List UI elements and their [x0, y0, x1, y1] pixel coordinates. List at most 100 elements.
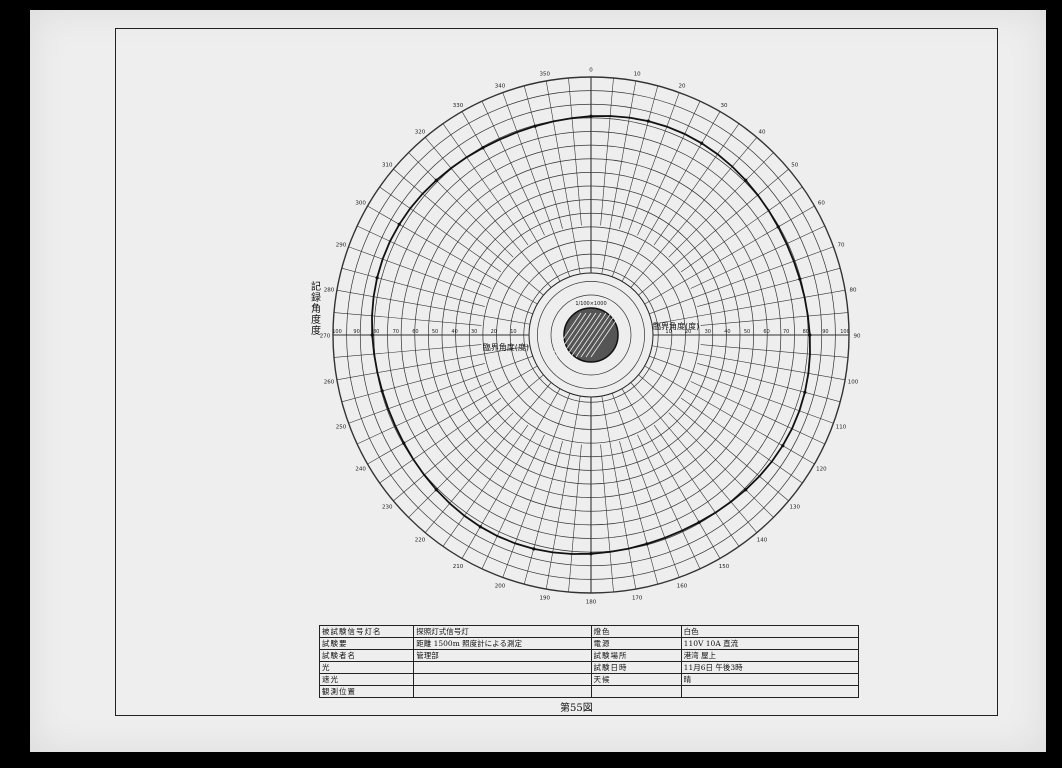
info-cell-k2: 試験日時	[590, 661, 682, 674]
angle-tick-label: 70	[837, 243, 844, 249]
radial-tick-label: 70	[783, 329, 789, 335]
grid-spoke	[653, 424, 740, 547]
grid-spoke	[523, 441, 563, 585]
angle-tick-label: 150	[719, 564, 730, 570]
data-point	[397, 222, 401, 226]
info-cell-v1	[413, 673, 592, 686]
grid-spoke	[408, 412, 514, 518]
angle-tick-label: 350	[540, 72, 551, 78]
info-cell-k2: 電源	[590, 637, 682, 650]
angle-tick-label: 90	[854, 334, 861, 340]
angle-tick-label: 40	[758, 130, 765, 136]
radial-tick-label: 50	[744, 329, 750, 335]
grid-spoke	[668, 412, 774, 518]
angle-tick-label: 0	[589, 68, 593, 74]
grid-spoke	[619, 441, 659, 585]
radial-tick-label: 30	[471, 329, 477, 335]
grid-spoke	[697, 363, 841, 403]
info-cell-k2: 試験場所	[590, 649, 682, 662]
angle-tick-label: 130	[790, 504, 801, 510]
radial-tick-label: 60	[763, 329, 769, 335]
angle-tick-label: 290	[336, 243, 347, 249]
data-point	[375, 276, 379, 280]
angle-tick-label: 300	[355, 201, 366, 207]
info-cell-v2: 白色	[680, 625, 860, 638]
center-label: 1/100×1000	[575, 301, 606, 307]
grid-spoke	[600, 444, 614, 593]
data-point	[532, 547, 536, 551]
radial-tick-label: 20	[491, 329, 497, 335]
info-table: 被試験信号灯名 探照灯式信号灯 燈色 白色 試験要 距離 1500m 照度計による測定 電源…	[318, 625, 860, 698]
data-point	[589, 114, 593, 118]
info-cell-v2: 11月6日 午後3時	[680, 661, 860, 674]
data-point	[798, 277, 802, 281]
grid-spoke	[379, 397, 502, 484]
info-cell-v1: 管理部	[413, 649, 592, 662]
angle-tick-label: 100	[848, 380, 859, 386]
angle-tick-label: 260	[324, 380, 335, 386]
grid-spoke	[523, 85, 563, 229]
figure-caption: 第55図	[560, 703, 593, 714]
grid-spoke	[333, 312, 482, 326]
grid-spoke	[442, 424, 529, 547]
grid-spoke	[700, 344, 849, 358]
info-cell-k2: 天候	[590, 673, 682, 686]
data-point	[697, 520, 701, 524]
grid-spoke	[697, 267, 841, 307]
polar-grid	[332, 76, 850, 594]
radial-tick-label: 90	[822, 329, 828, 335]
radial-tick-label: 50	[432, 329, 438, 335]
info-cell-k1: 被試験信号灯名	[318, 625, 415, 638]
angle-tick-label: 60	[818, 201, 825, 207]
info-cell-v1: 距離 1500m 照度計による測定	[413, 637, 592, 650]
radial-tick-label: 10	[510, 329, 516, 335]
grid-spoke	[341, 363, 485, 403]
info-cell-k2	[590, 685, 682, 698]
annotation-left: 臨界角度(度)	[483, 342, 529, 352]
grid-spoke	[568, 77, 582, 226]
info-cell-k1: 光	[318, 661, 415, 674]
info-cell-k1: 遮光	[318, 673, 415, 686]
data-point	[478, 525, 482, 529]
info-row: 被試験信号灯名 探照灯式信号灯 燈色 白色	[318, 625, 860, 638]
angle-tick-label: 30	[721, 103, 728, 109]
angle-tick-label: 80	[849, 287, 856, 293]
radial-tick-label: 90	[353, 329, 359, 335]
grid-spoke	[379, 186, 502, 273]
data-point	[776, 225, 780, 229]
info-row: 光 試験日時 11月6日 午後3時	[318, 661, 860, 674]
angle-tick-label: 240	[355, 467, 366, 473]
grid-spoke	[680, 397, 803, 484]
data-point	[434, 488, 438, 492]
info-cell-v1	[413, 661, 592, 674]
angle-tick-label: 320	[415, 130, 426, 136]
radial-tick-label: 80	[803, 329, 809, 335]
data-point	[645, 542, 649, 546]
info-row: 試験者名 管理部 試験場所 港湾 屋上	[318, 649, 860, 662]
data-point	[744, 178, 748, 182]
info-cell-v2	[680, 685, 860, 698]
radial-tick-label: 100	[840, 329, 850, 335]
data-point	[434, 178, 438, 182]
data-point	[744, 488, 748, 492]
annotation-right: 臨界角度(度)	[653, 321, 699, 331]
grid-spoke	[600, 77, 614, 226]
radial-tick-label: 100	[332, 329, 342, 335]
angle-tick-label: 230	[382, 504, 393, 510]
angle-tick-label: 170	[632, 595, 643, 601]
info-cell-v2: 港湾 屋上	[680, 649, 860, 662]
data-point	[646, 119, 650, 123]
angle-tick-label: 220	[415, 537, 426, 543]
vertical-axis-label: 記録角度度	[311, 282, 321, 337]
angle-tick-label: 50	[791, 163, 798, 169]
angle-tick-label: 330	[453, 103, 464, 109]
info-cell-k1: 試験者名	[318, 649, 415, 662]
info-cell-k1: 試験要	[318, 637, 415, 650]
grid-spoke	[333, 344, 482, 358]
grid-spoke	[442, 123, 529, 246]
angle-tick-label: 280	[324, 287, 335, 293]
data-point	[533, 124, 537, 128]
angle-tick-label: 190	[540, 595, 551, 601]
grid-spoke	[408, 152, 514, 258]
grid-spoke	[341, 267, 485, 307]
